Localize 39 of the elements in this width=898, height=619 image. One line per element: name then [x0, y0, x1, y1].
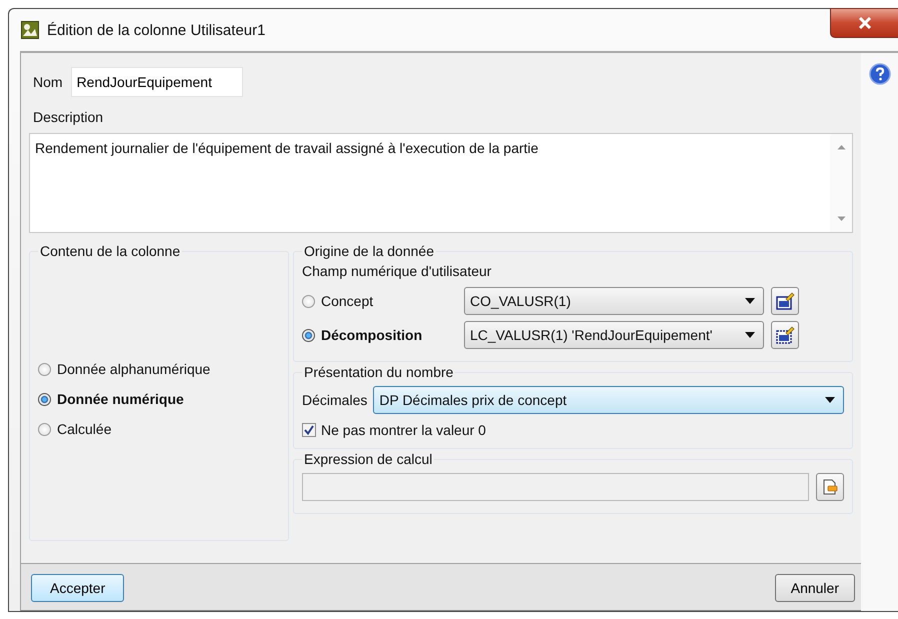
scroll-up-icon [836, 144, 846, 150]
scroll-down-icon [836, 216, 846, 222]
numeric-field-edit-icon [775, 325, 795, 345]
close-icon [858, 17, 872, 29]
decimals-label: Décimales [302, 392, 368, 408]
group-title: Expression de calcul [303, 451, 434, 467]
app-icon [21, 21, 39, 39]
dropdown[interactable]: DP Décimales prix de concept [373, 386, 844, 414]
radio-option[interactable]: Donnée alphanumérique [38, 361, 280, 377]
check-icon [303, 424, 315, 436]
section-label: Champ numérique d'utilisateur [302, 263, 492, 279]
group-title: Origine de la donnée [303, 243, 435, 259]
dialog-button[interactable]: Annuler [774, 574, 855, 602]
radio-option[interactable]: Donnée numérique [38, 391, 280, 407]
document-edit-icon [821, 478, 839, 496]
radio-option[interactable]: Calculée [38, 421, 280, 437]
help-icon[interactable] [868, 63, 890, 85]
group-title: Contenu de la colonne [39, 243, 182, 259]
description-field[interactable]: Rendement journalier de l'équipement de travail assigné à l'execution de la partie [29, 133, 853, 233]
window-title: Édition de la colonne Utilisateur1 [47, 22, 266, 38]
dialog-button[interactable]: Accepter [31, 574, 124, 602]
description-label: Description [33, 109, 104, 125]
radio-option[interactable]: Décomposition [302, 327, 464, 343]
checkbox-option[interactable]: Ne pas montrer la valeur 0 [302, 422, 844, 438]
edit-field-button[interactable] [771, 287, 799, 315]
numeric-field-edit-icon [775, 291, 795, 311]
close-button[interactable] [830, 8, 898, 38]
dropdown[interactable]: LC_VALUSR(1) 'RendJourEquipement' [464, 321, 764, 349]
name-field[interactable]: RendJourEquipement [70, 67, 243, 97]
dropdown-arrow-icon [745, 332, 755, 338]
dropdown[interactable]: CO_VALUSR(1) [464, 287, 764, 315]
group-title: Présentation du nombre [303, 364, 454, 380]
radio-option[interactable]: Concept [302, 293, 464, 309]
edit-field-button[interactable] [771, 321, 799, 349]
name-label: Nom [33, 74, 63, 90]
expression-edit-button[interactable] [816, 473, 844, 501]
dropdown-arrow-icon [745, 298, 755, 304]
scroll-bar[interactable] [830, 134, 852, 232]
dropdown-arrow-icon [825, 397, 835, 403]
